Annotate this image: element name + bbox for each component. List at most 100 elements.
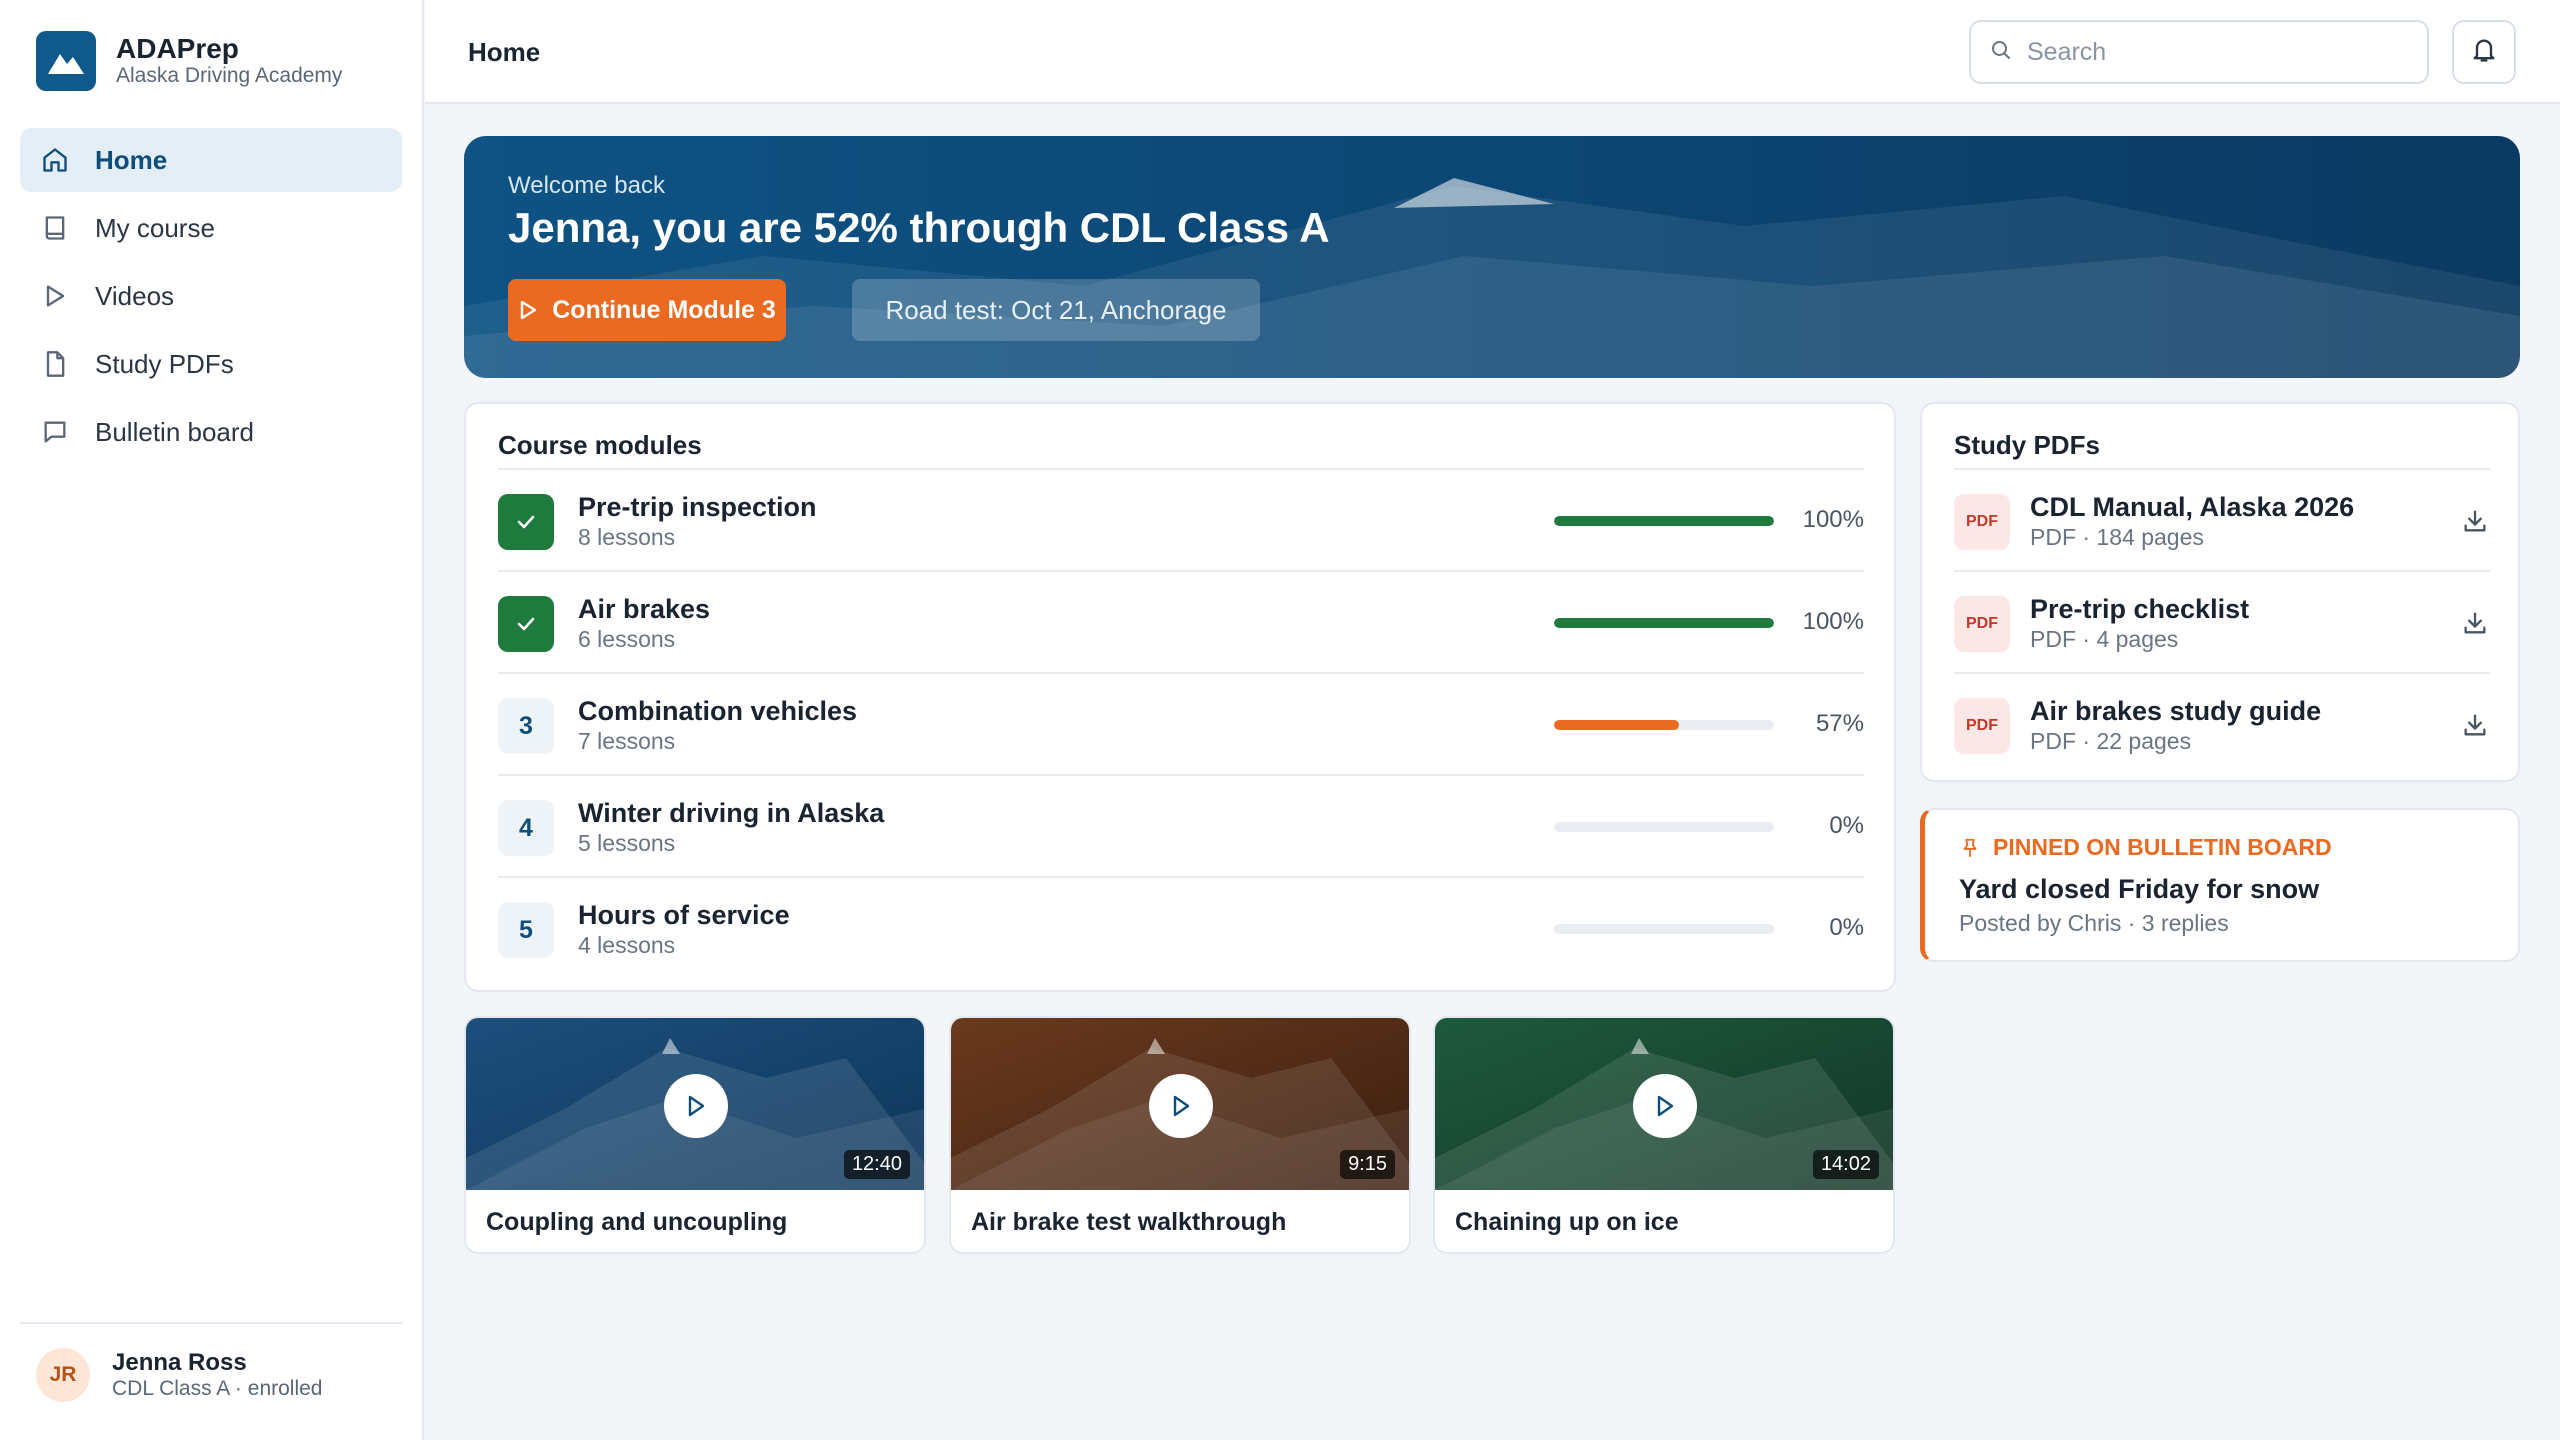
- pdf-meta: PDF · 4 pages: [2030, 626, 2179, 652]
- continue-module-button[interactable]: Continue Module 3: [508, 279, 786, 341]
- play-icon: [40, 281, 70, 311]
- download-icon[interactable]: [2460, 608, 2490, 638]
- brand[interactable]: ADAPrep Alaska Driving Academy: [36, 31, 342, 91]
- play-button[interactable]: [664, 1074, 728, 1138]
- sidebar-item-videos[interactable]: Videos: [20, 264, 402, 328]
- module-lessons: 7 lessons: [578, 728, 676, 754]
- module-row[interactable]: 4 Winter driving in Alaska 5 lessons 0%: [498, 774, 1864, 876]
- progress-fill: [1554, 516, 1774, 526]
- progress-bar: [1554, 516, 1774, 526]
- user-profile[interactable]: JR Jenna Ross CDL Class A · enrolled: [20, 1322, 402, 1402]
- progress-bar: [1554, 618, 1774, 628]
- study-pdfs-card: Study PDFs PDF CDL Manual, Alaska 2026 P…: [1920, 402, 2520, 782]
- sidebar-item-label: My course: [95, 212, 215, 243]
- sidebar-item-label: Home: [95, 144, 168, 175]
- progress-percent: 0%: [1829, 812, 1864, 839]
- course-modules-card: Course modules Pre-trip inspection 8 les…: [464, 402, 1896, 992]
- sidebar-nav: Home My course Videos Study PDFs Bulleti…: [20, 128, 402, 468]
- progress-headline: Jenna, you are 52% through CDL Class A: [508, 204, 1330, 251]
- progress-percent: 100%: [1802, 608, 1864, 635]
- search-box[interactable]: [1969, 20, 2429, 84]
- module-name: Air brakes: [578, 594, 711, 624]
- sidebar-item-label: Videos: [95, 280, 175, 311]
- pdf-item[interactable]: PDF Pre-trip checklist PDF · 4 pages: [1954, 570, 2490, 672]
- user-name: Jenna Ross: [112, 1349, 247, 1376]
- video-title: Coupling and uncoupling: [486, 1208, 788, 1236]
- sidebar-item-home[interactable]: Home: [20, 128, 402, 192]
- sidebar-item-bulletin-board[interactable]: Bulletin board: [20, 400, 402, 464]
- sidebar-item-label: Bulletin board: [95, 416, 254, 447]
- page-title: Home: [468, 37, 541, 67]
- module-lessons: 4 lessons: [578, 932, 676, 958]
- sidebar-item-label: Study PDFs: [95, 348, 234, 379]
- pinned-label-text: PINNED ON BULLETIN BOARD: [1993, 834, 2332, 860]
- progress-fill: [1554, 618, 1774, 628]
- play-icon: [518, 299, 538, 321]
- pin-icon: [1959, 836, 1981, 860]
- pdf-name: Pre-trip checklist: [2030, 594, 2250, 624]
- video-card[interactable]: 14:02 Chaining up on ice: [1433, 1016, 1895, 1254]
- progress-bar: [1554, 924, 1774, 934]
- sidebar-item-my-course[interactable]: My course: [20, 196, 402, 260]
- pdf-file-icon: PDF: [1954, 698, 2010, 754]
- pdf-item[interactable]: PDF Air brakes study guide PDF · 22 page…: [1954, 672, 2490, 774]
- pdf-item[interactable]: PDF CDL Manual, Alaska 2026 PDF · 184 pa…: [1954, 468, 2490, 570]
- bulletin-title: Yard closed Friday for snow: [1959, 874, 2320, 904]
- progress-fill: [1554, 720, 1680, 730]
- download-icon[interactable]: [2460, 710, 2490, 740]
- video-card[interactable]: 9:15 Air brake test walkthrough: [949, 1016, 1411, 1254]
- chat-icon: [40, 417, 70, 447]
- mountain-backdrop: [464, 178, 2520, 378]
- module-name: Combination vehicles: [578, 696, 858, 726]
- continue-module-label: Continue Module 3: [552, 295, 776, 324]
- progress-bar: [1554, 822, 1774, 832]
- download-icon[interactable]: [2460, 506, 2490, 536]
- module-lessons: 8 lessons: [578, 524, 676, 550]
- play-button[interactable]: [1633, 1074, 1697, 1138]
- module-row[interactable]: Air brakes 6 lessons 100%: [498, 570, 1864, 672]
- welcome-text: Welcome back: [508, 172, 665, 199]
- module-name: Winter driving in Alaska: [578, 798, 885, 828]
- file-icon: [40, 349, 70, 379]
- progress-bar: [1554, 720, 1774, 730]
- avatar: JR: [36, 1348, 90, 1402]
- search-icon: [1989, 38, 2013, 67]
- video-duration: 12:40: [843, 1150, 910, 1179]
- user-status: CDL Class A · enrolled: [112, 1377, 323, 1400]
- module-number-badge: 4: [498, 800, 554, 856]
- video-duration: 9:15: [1340, 1150, 1395, 1179]
- video-card[interactable]: 12:40 Coupling and uncoupling: [464, 1016, 926, 1254]
- road-test-badge: Road test: Oct 21, Anchorage: [852, 279, 1260, 341]
- module-row[interactable]: Pre-trip inspection 8 lessons 100%: [498, 468, 1864, 570]
- play-button[interactable]: [1149, 1074, 1213, 1138]
- notifications-button[interactable]: [2452, 20, 2516, 84]
- pdf-meta: PDF · 22 pages: [2030, 728, 2192, 754]
- module-number-badge: 3: [498, 698, 554, 754]
- brand-name: ADAPrep: [116, 33, 239, 64]
- pinned-label: PINNED ON BULLETIN BOARD: [1959, 834, 2332, 861]
- sidebar-item-study-pdfs[interactable]: Study PDFs: [20, 332, 402, 396]
- video-duration: 14:02: [1812, 1150, 1879, 1179]
- progress-percent: 100%: [1802, 506, 1864, 533]
- card-title: Course modules: [498, 430, 702, 460]
- home-icon: [40, 145, 70, 175]
- module-number-badge: 5: [498, 902, 554, 958]
- top-bar: Home: [425, 0, 2560, 104]
- pdf-meta: PDF · 184 pages: [2030, 524, 2204, 550]
- check-icon: [498, 596, 554, 652]
- bulletin-meta: Posted by Chris · 3 replies: [1959, 910, 2229, 936]
- module-row[interactable]: 5 Hours of service 4 lessons 0%: [498, 876, 1864, 978]
- bell-icon: [2470, 36, 2498, 69]
- brand-subtitle: Alaska Driving Academy: [116, 64, 343, 87]
- video-title: Chaining up on ice: [1455, 1208, 1679, 1236]
- module-row[interactable]: 3 Combination vehicles 7 lessons 57%: [498, 672, 1864, 774]
- pinned-bulletin-card[interactable]: PINNED ON BULLETIN BOARD Yard closed Fri…: [1920, 808, 2520, 962]
- pdf-file-icon: PDF: [1954, 596, 2010, 652]
- sidebar: ADAPrep Alaska Driving Academy Home My c…: [0, 0, 424, 1440]
- search-input[interactable]: [2027, 37, 2407, 67]
- progress-percent: 57%: [1815, 710, 1864, 737]
- pdf-name: CDL Manual, Alaska 2026: [2030, 492, 2355, 522]
- card-title: Study PDFs: [1954, 430, 2100, 460]
- progress-percent: 0%: [1829, 914, 1864, 941]
- pdf-file-icon: PDF: [1954, 494, 2010, 550]
